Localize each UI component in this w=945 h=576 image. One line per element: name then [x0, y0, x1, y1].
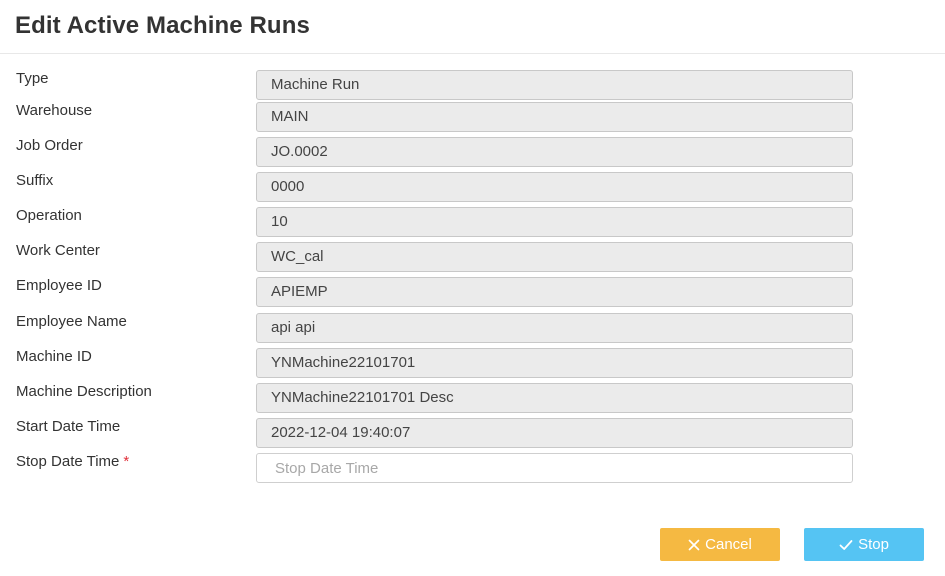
field-row-employee-name: Employee Name api api — [0, 313, 945, 343]
operation-label: Operation — [16, 207, 82, 224]
stop-date-time-label-text: Stop Date Time — [16, 453, 120, 470]
check-icon — [839, 539, 853, 551]
stop-button-label: Stop — [858, 536, 889, 553]
type-field: Machine Run — [256, 70, 853, 100]
field-row-warehouse: Warehouse MAIN — [0, 102, 945, 132]
edit-machine-runs-dialog: Edit Active Machine Runs Type Machine Ru… — [0, 0, 945, 576]
job-order-label: Job Order — [16, 137, 83, 154]
machine-description-field: YNMachine22101701 Desc — [256, 383, 853, 413]
field-row-suffix: Suffix 0000 — [0, 172, 945, 202]
employee-name-label: Employee Name — [16, 313, 127, 330]
field-row-work-center: Work Center WC_cal — [0, 242, 945, 272]
cancel-button-label: Cancel — [705, 536, 752, 553]
work-center-label: Work Center — [16, 242, 100, 259]
field-row-stop-date-time: Stop Date Time * — [0, 453, 945, 483]
work-center-field: WC_cal — [256, 242, 853, 272]
page-title: Edit Active Machine Runs — [15, 12, 310, 39]
field-row-start-date-time: Start Date Time 2022-12-04 19:40:07 — [0, 418, 945, 448]
dialog-header: Edit Active Machine Runs — [0, 0, 945, 54]
stop-date-time-input[interactable] — [256, 453, 853, 483]
employee-id-field: APIEMP — [256, 277, 853, 307]
employee-id-label: Employee ID — [16, 277, 102, 294]
warehouse-label: Warehouse — [16, 102, 93, 119]
start-date-time-label: Start Date Time — [16, 418, 121, 435]
field-row-machine-id: Machine ID YNMachine22101701 — [0, 348, 945, 378]
stop-button[interactable]: Stop — [804, 528, 924, 561]
field-row-machine-description: Machine Description YNMachine22101701 De… — [0, 383, 945, 413]
suffix-field: 0000 — [256, 172, 853, 202]
field-row-employee-id: Employee ID APIEMP — [0, 277, 945, 307]
stop-date-time-label: Stop Date Time * — [16, 453, 129, 471]
cancel-button[interactable]: Cancel — [660, 528, 780, 561]
field-row-type: Type Machine Run — [0, 70, 945, 100]
warehouse-field: MAIN — [256, 102, 853, 132]
field-row-operation: Operation 10 — [0, 207, 945, 237]
field-row-job-order: Job Order JO.0002 — [0, 137, 945, 167]
suffix-label: Suffix — [16, 172, 54, 189]
start-date-time-field: 2022-12-04 19:40:07 — [256, 418, 853, 448]
required-marker: * — [123, 453, 130, 470]
operation-field: 10 — [256, 207, 853, 237]
machine-id-field: YNMachine22101701 — [256, 348, 853, 378]
machine-description-label: Machine Description — [16, 383, 152, 400]
machine-id-label: Machine ID — [16, 348, 92, 365]
close-icon — [688, 539, 700, 551]
employee-name-field: api api — [256, 313, 853, 343]
job-order-field: JO.0002 — [256, 137, 853, 167]
type-label: Type — [16, 70, 49, 87]
